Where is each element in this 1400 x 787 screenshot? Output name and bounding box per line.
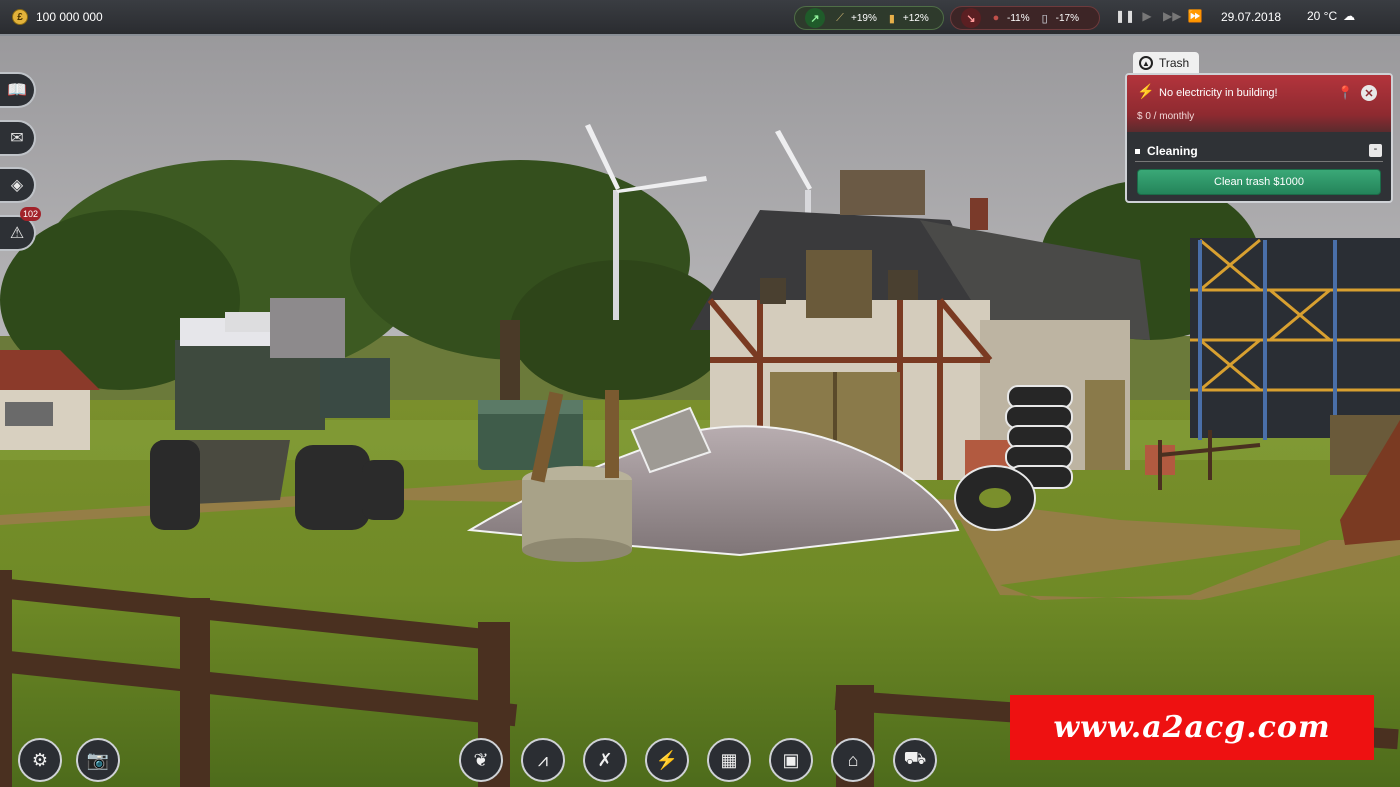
- road-icon: ⩘: [537, 749, 549, 770]
- alert-count-badge: 102: [20, 207, 42, 221]
- game-date: 29.07.2018: [1221, 10, 1282, 24]
- collapse-button[interactable]: -: [1369, 144, 1382, 157]
- weather-display: 20 °C ☁: [1307, 9, 1355, 23]
- market-trends-falling[interactable]: ↘ ● -11% ▯ -17%: [950, 6, 1100, 30]
- panel-tab-label: Trash: [1159, 56, 1190, 70]
- fertilizer-tool-button[interactable]: ❦: [459, 738, 503, 782]
- stat-honey: ▮ +12%: [885, 11, 929, 25]
- market-trends-rising[interactable]: ↗ ⟋ +19% ▮ +12%: [794, 6, 944, 30]
- tractor-icon: ⛟: [903, 748, 927, 768]
- watermark-banner: www.a2acg.com: [1010, 695, 1374, 760]
- screenshot-button[interactable]: 📷: [76, 738, 120, 782]
- fast-forward-icon[interactable]: ▶▶: [1163, 9, 1181, 23]
- power-pylon-icon: ⚡: [655, 749, 679, 770]
- road-tool-button[interactable]: ⩘: [521, 738, 565, 782]
- watermark-text: www.a2acg.com: [1053, 710, 1331, 745]
- trend-up-icon: ↗: [805, 8, 825, 28]
- honey-jar-icon: ▮: [888, 12, 895, 25]
- clean-trash-button[interactable]: Clean trash $1000: [1137, 169, 1381, 195]
- mail-button[interactable]: ✉: [0, 120, 36, 156]
- no-electricity-alert: ⚡ No electricity in building! $ 0 / mont…: [1127, 75, 1391, 132]
- wheat-icon: ⟋: [836, 11, 844, 24]
- trend-down-icon: ↘: [961, 8, 981, 28]
- settings-gear-icon: ⚙: [31, 749, 49, 770]
- section-divider: [1135, 161, 1383, 162]
- building-upgrade-icon: ⌂: [847, 749, 859, 770]
- alert-title: No electricity in building!: [1159, 87, 1278, 99]
- play-icon[interactable]: ▶: [1139, 9, 1155, 23]
- machine-tool-button[interactable]: ▣: [769, 738, 813, 782]
- demolish-icon: ✗: [597, 749, 613, 770]
- meat-icon: ●: [992, 12, 1000, 24]
- alert-cost: $ 0 / monthly: [1137, 111, 1195, 122]
- time-controls: ❚❚ ▶ ▶▶ ⏩: [1115, 9, 1203, 23]
- book-icon: 📖: [7, 82, 27, 99]
- settings-button[interactable]: ⚙: [18, 738, 62, 782]
- stat-meat: ● -11%: [989, 11, 1030, 25]
- building-info-panel: ⚡ No electricity in building! $ 0 / mont…: [1125, 73, 1393, 203]
- milk-bottle-icon: ▯: [1041, 12, 1048, 25]
- coin-icon: £: [12, 9, 28, 25]
- rain-cloud-icon: ☁: [1343, 9, 1356, 23]
- fastest-forward-icon[interactable]: ⏩: [1187, 9, 1203, 23]
- building-tool-button[interactable]: ⌂: [831, 738, 875, 782]
- power-tool-button[interactable]: ⚡: [645, 738, 689, 782]
- bullet-marker: [1135, 149, 1140, 154]
- layers-icon: ◈: [10, 177, 24, 194]
- section-title: Cleaning: [1147, 144, 1198, 158]
- shop-tool-button[interactable]: ▦: [707, 738, 751, 782]
- shop-icon: ▦: [720, 749, 738, 770]
- vehicle-tool-button[interactable]: ⛟: [893, 738, 937, 782]
- camera-icon: 📷: [86, 749, 110, 770]
- cleaning-section-header[interactable]: Cleaning -: [1127, 132, 1391, 162]
- trash-marker-icon: ▲: [1139, 56, 1153, 70]
- mail-icon: ✉: [10, 130, 24, 147]
- location-pin-icon[interactable]: 📍: [1337, 85, 1353, 101]
- encyclopedia-button[interactable]: 📖: [0, 72, 36, 108]
- pause-icon[interactable]: ❚❚: [1115, 9, 1135, 23]
- temperature: 20 °C: [1307, 9, 1338, 23]
- warning-icon: ⚠: [9, 225, 25, 242]
- top-bar: £ 100 000 000 ↗ ⟋ +19% ▮ +12% ↘ ● -11% ▯…: [0, 0, 1400, 36]
- machine-icon: ▣: [782, 749, 800, 770]
- layers-button[interactable]: ◈: [0, 167, 36, 203]
- close-icon[interactable]: ✕: [1361, 85, 1377, 101]
- demolish-tool-button[interactable]: ✗: [583, 738, 627, 782]
- panel-tab-trash[interactable]: ▲ Trash: [1133, 52, 1199, 74]
- fertilizer-icon: ❦: [473, 749, 489, 770]
- stat-milk: ▯ -17%: [1038, 11, 1079, 25]
- power-pylon-icon: ⚡: [1137, 83, 1155, 99]
- money-display: £ 100 000 000: [12, 9, 103, 25]
- stat-wheat: ⟋ +19%: [833, 11, 877, 25]
- money-amount: 100 000 000: [36, 10, 103, 24]
